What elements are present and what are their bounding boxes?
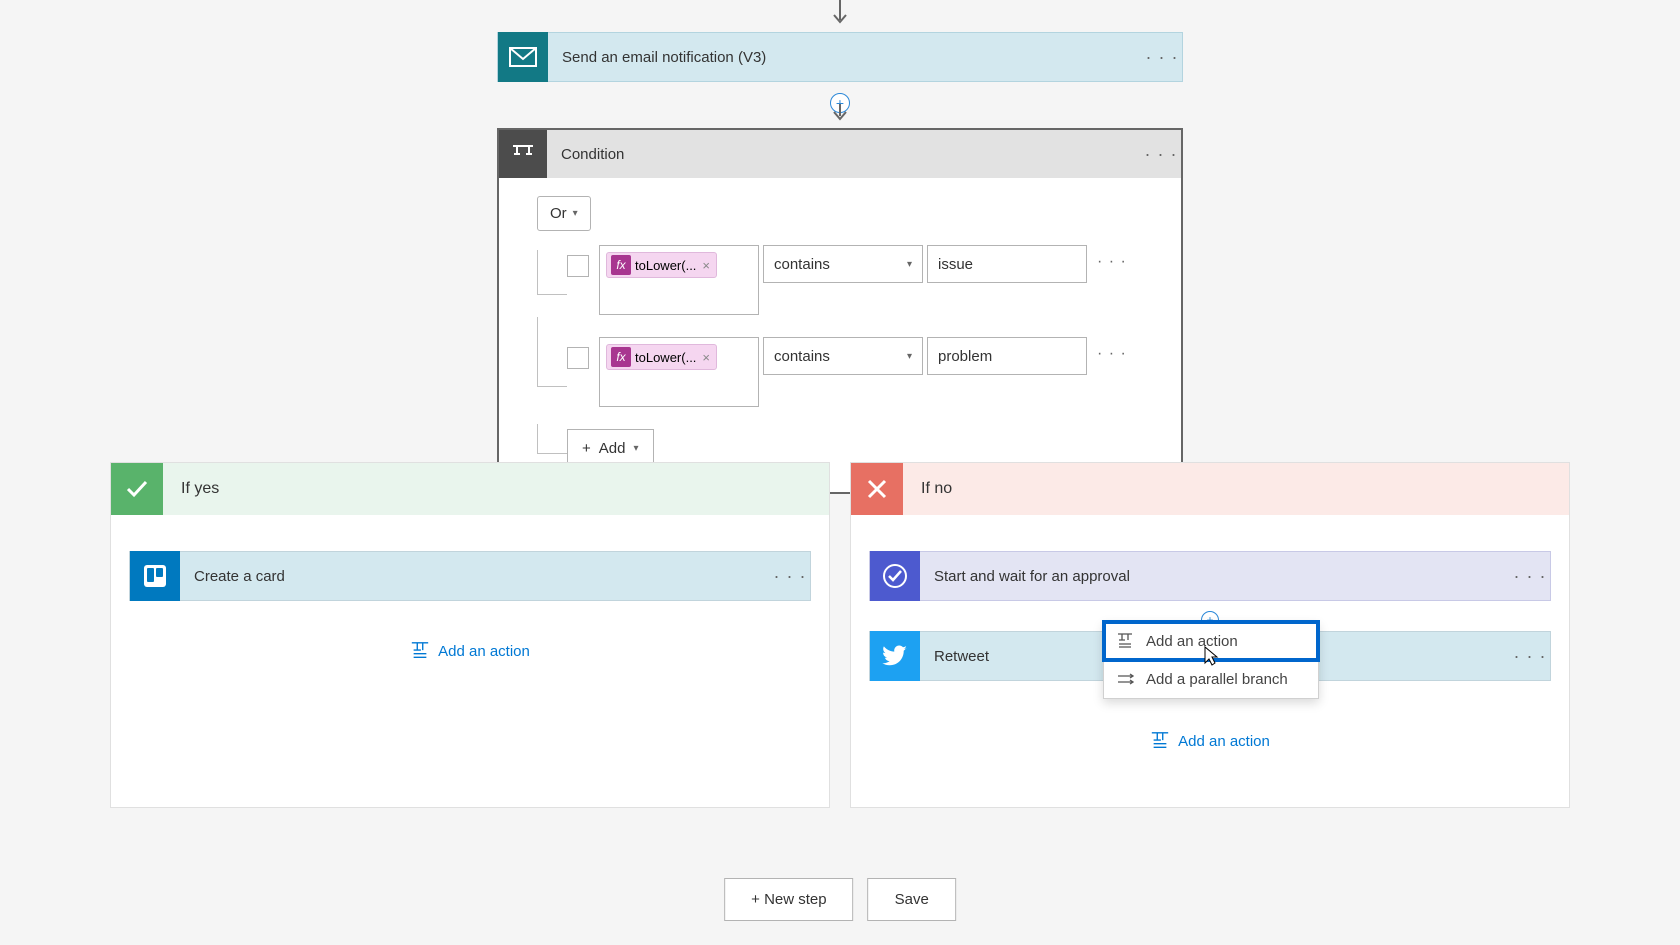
- action-menu-icon[interactable]: · · ·: [1510, 646, 1550, 667]
- condition-title: Condition: [547, 146, 1141, 163]
- save-button[interactable]: Save: [868, 878, 956, 921]
- branch-no-title: If no: [903, 480, 952, 498]
- branch-no: If no Start and wait for an approval · ·…: [850, 462, 1570, 808]
- twitter-icon: [870, 631, 920, 681]
- operator-value: contains: [774, 256, 830, 273]
- pill-text: toLower(...: [635, 258, 696, 273]
- mail-icon: [498, 32, 548, 82]
- tree-connector: [537, 250, 567, 295]
- operand-input[interactable]: fx toLower(... ×: [599, 245, 759, 315]
- fx-icon: fx: [611, 255, 631, 275]
- add-action-label: Add an action: [1178, 733, 1270, 750]
- parallel-branch-icon: [1116, 670, 1134, 688]
- popup-add-parallel[interactable]: Add a parallel branch: [1104, 660, 1318, 698]
- pill-text: toLower(...: [635, 350, 696, 365]
- row-checkbox[interactable]: [567, 255, 589, 277]
- step-send-email[interactable]: Send an email notification (V3) · · ·: [497, 32, 1183, 82]
- remove-pill-icon[interactable]: ×: [700, 258, 712, 273]
- condition-icon: [499, 130, 547, 178]
- branch-no-header[interactable]: If no: [851, 463, 1569, 515]
- step-title: Send an email notification (V3): [548, 49, 1142, 66]
- tree-connector: [537, 424, 567, 454]
- row-checkbox[interactable]: [567, 347, 589, 369]
- popup-add-action[interactable]: Add an action: [1104, 622, 1318, 660]
- condition-header[interactable]: Condition · · ·: [499, 130, 1181, 178]
- condition-row: fx toLower(... × contains ▾ · · ·: [537, 245, 1143, 315]
- action-approval[interactable]: Start and wait for an approval · · ·: [869, 551, 1551, 601]
- row-menu-icon[interactable]: · · ·: [1097, 253, 1127, 271]
- add-label: Add: [599, 440, 626, 457]
- expression-pill[interactable]: fx toLower(... ×: [606, 344, 717, 370]
- value-input[interactable]: [927, 245, 1087, 283]
- approval-icon: [870, 551, 920, 601]
- step-menu-icon[interactable]: · · ·: [1142, 47, 1182, 68]
- popup-add-action-label: Add an action: [1146, 633, 1238, 650]
- new-step-button[interactable]: + New step: [724, 878, 853, 921]
- fx-icon: fx: [611, 347, 631, 367]
- add-action-icon: [1150, 731, 1170, 751]
- remove-pill-icon[interactable]: ×: [700, 350, 712, 365]
- operand-input[interactable]: fx toLower(... ×: [599, 337, 759, 407]
- insert-step-popup: Add an action Add a parallel branch: [1103, 621, 1319, 699]
- add-action-button[interactable]: Add an action: [869, 731, 1551, 751]
- operator-value: contains: [774, 348, 830, 365]
- condition-block[interactable]: Condition · · · Or ▾ fx toLower(... ×: [497, 128, 1183, 494]
- condition-row: fx toLower(... × contains ▾ · · ·: [537, 337, 1143, 407]
- condition-menu-icon[interactable]: · · ·: [1141, 144, 1181, 165]
- branch-yes-header[interactable]: If yes: [111, 463, 829, 515]
- cross-icon: [851, 463, 903, 515]
- logic-label: Or: [550, 205, 567, 222]
- flow-arrow-down-icon: [831, 0, 849, 28]
- check-icon: [111, 463, 163, 515]
- plus-icon: +: [582, 440, 591, 457]
- flow-arrow-down-icon: [831, 104, 849, 124]
- add-action-button[interactable]: Add an action: [129, 641, 811, 661]
- chevron-down-icon: ▾: [573, 208, 578, 219]
- tree-connector: [537, 317, 567, 387]
- chevron-down-icon: ▾: [633, 443, 638, 454]
- action-title: Start and wait for an approval: [920, 568, 1510, 585]
- logic-selector[interactable]: Or ▾: [537, 196, 591, 231]
- chevron-down-icon: ▾: [907, 351, 912, 362]
- action-menu-icon[interactable]: · · ·: [770, 566, 810, 587]
- action-title: Create a card: [180, 568, 770, 585]
- branch-yes-title: If yes: [163, 480, 219, 498]
- row-menu-icon[interactable]: · · ·: [1097, 345, 1127, 363]
- branch-yes: If yes Create a card · · · Add an action: [110, 462, 830, 808]
- trello-icon: [130, 551, 180, 601]
- action-create-card[interactable]: Create a card · · ·: [129, 551, 811, 601]
- expression-pill[interactable]: fx toLower(... ×: [606, 252, 717, 278]
- add-action-icon: [1116, 632, 1134, 650]
- chevron-down-icon: ▾: [907, 259, 912, 270]
- action-menu-icon[interactable]: · · ·: [1510, 566, 1550, 587]
- value-input[interactable]: [927, 337, 1087, 375]
- popup-add-parallel-label: Add a parallel branch: [1146, 671, 1288, 688]
- add-action-icon: [410, 641, 430, 661]
- operator-select[interactable]: contains ▾: [763, 337, 923, 375]
- add-action-label: Add an action: [438, 643, 530, 660]
- operator-select[interactable]: contains ▾: [763, 245, 923, 283]
